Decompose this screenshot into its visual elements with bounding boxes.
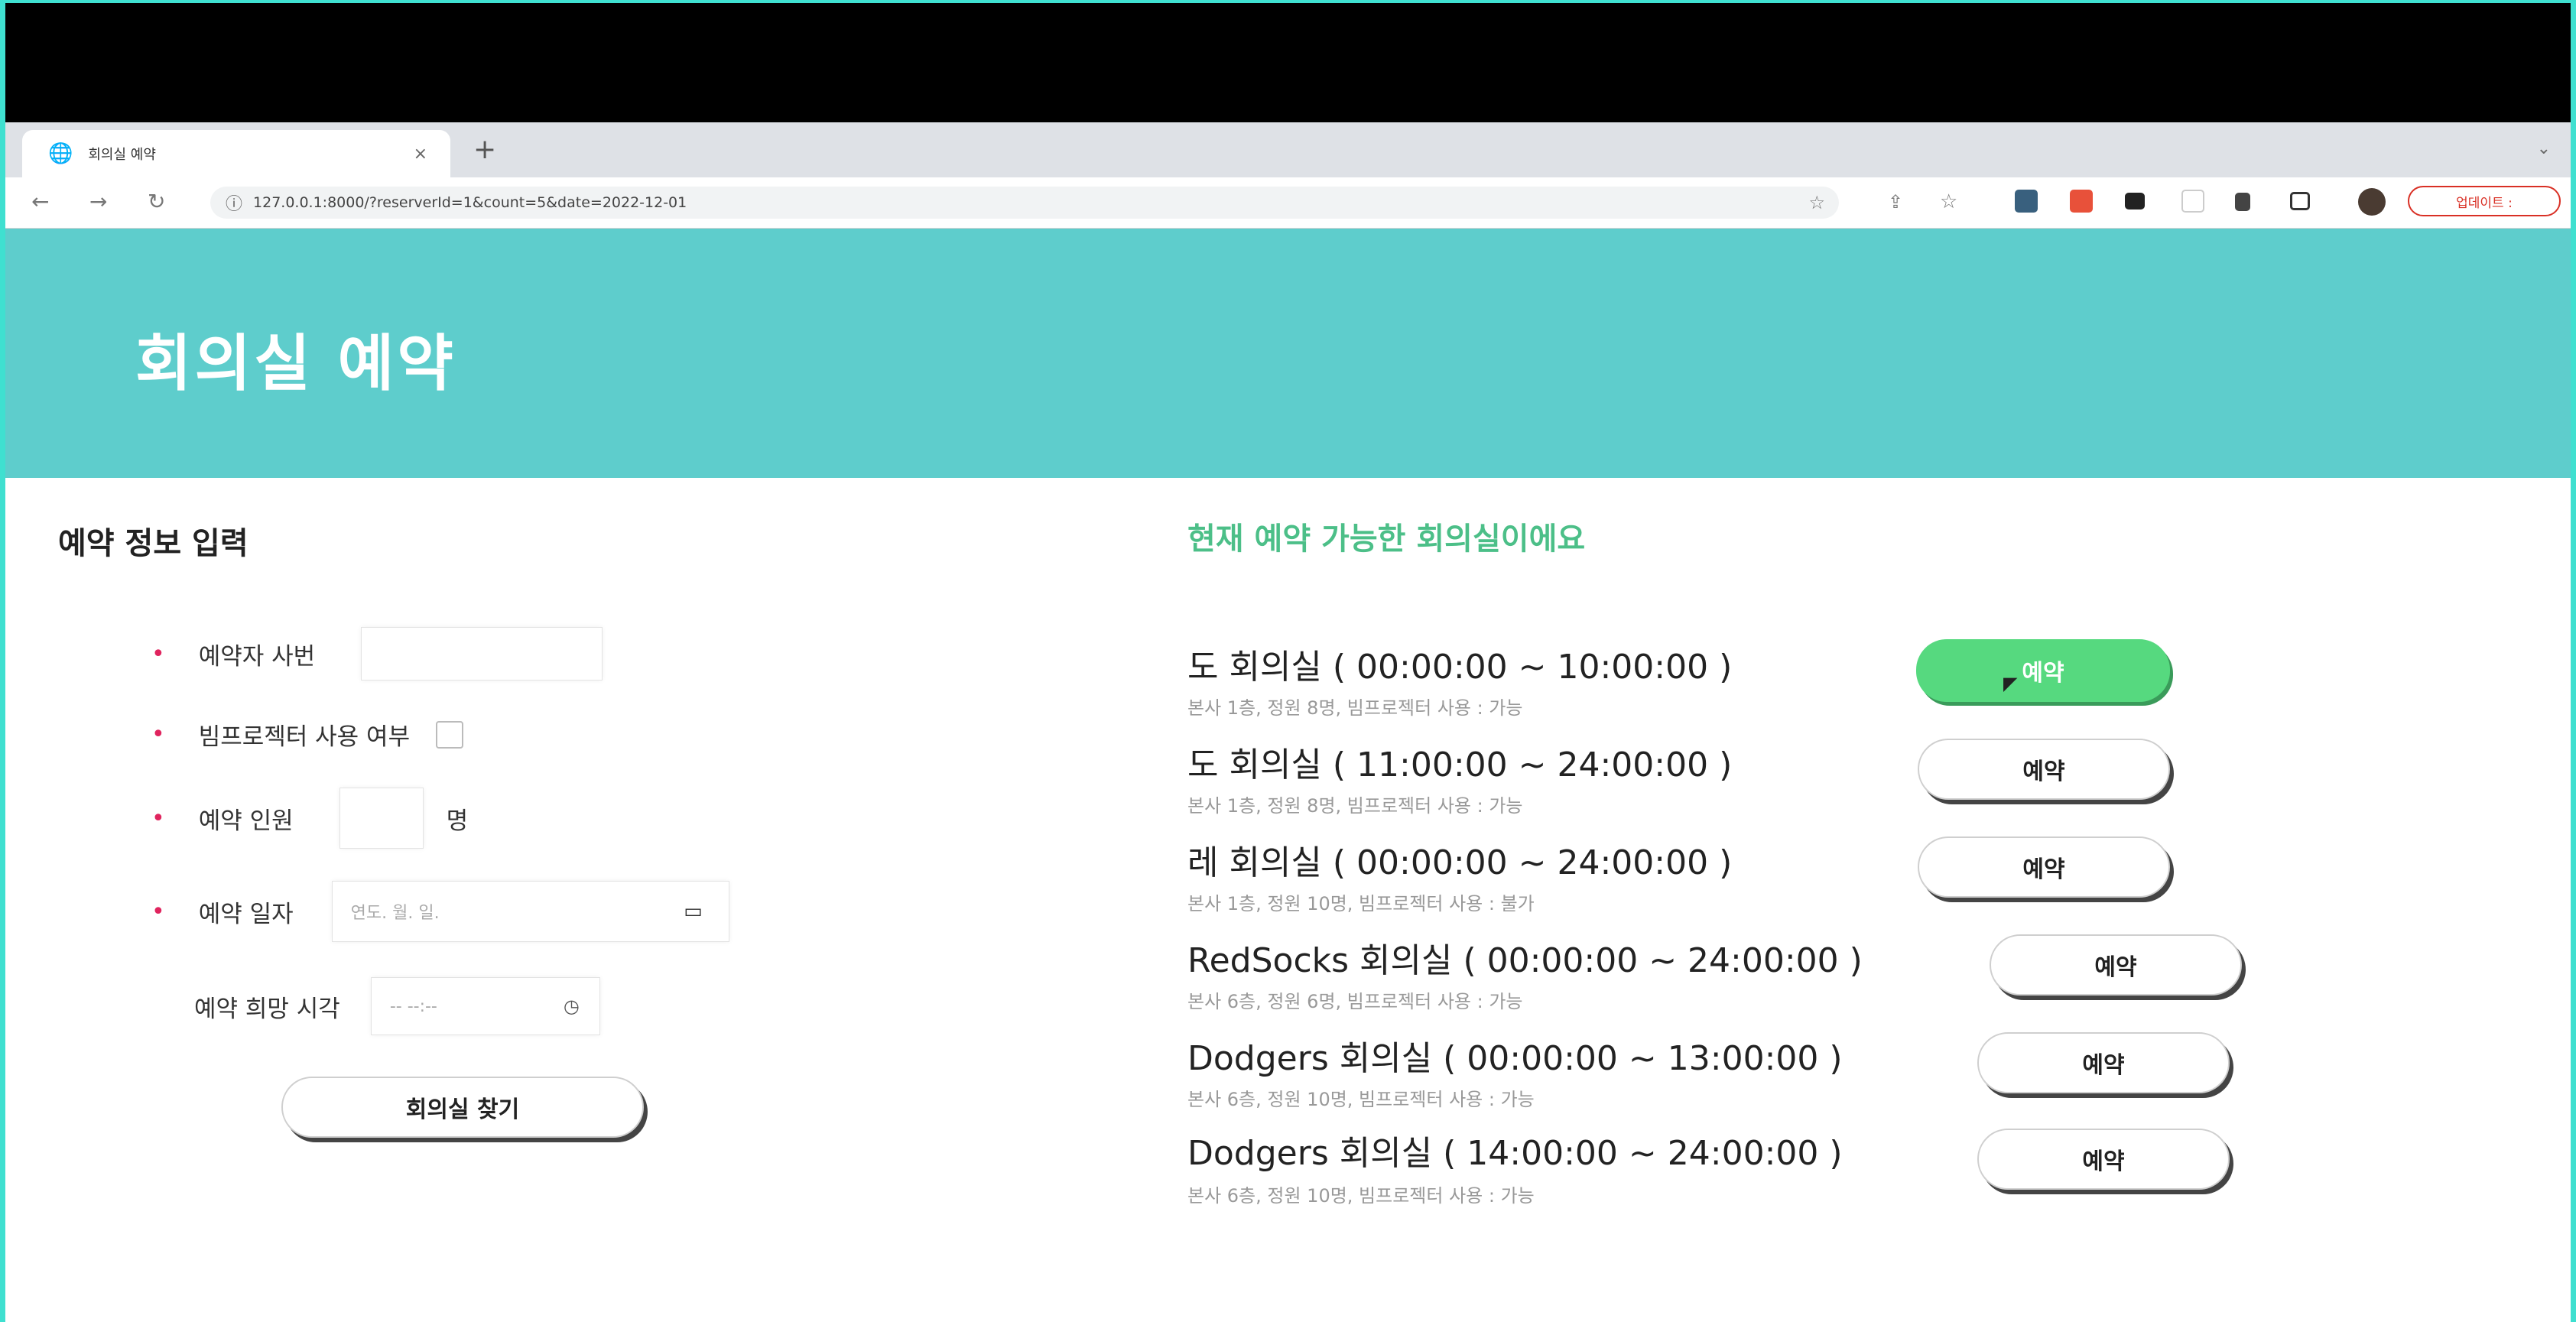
extension-icon[interactable] <box>2070 190 2093 213</box>
frame-border-right <box>2571 0 2576 1322</box>
room-name: Dodgers 회의실 ( 14:00:00 ~ 24:00:00 ) <box>1187 1134 1843 1173</box>
tab-title: 회의실 예약 <box>88 147 156 163</box>
page-header: 회의실 예약 <box>5 229 2571 478</box>
browser-tabstrip: 🌐 회의실 예약 × + ⌄ <box>5 122 2571 177</box>
time-input[interactable]: -- --:-- ◷ <box>370 977 600 1035</box>
chevron-down-icon[interactable]: ⌄ <box>2537 139 2551 158</box>
extension-icon[interactable] <box>2181 190 2204 213</box>
room-desc: 본사 6층, 정원 10명, 빔프로젝터 사용 : 가능 <box>1187 1185 1535 1207</box>
reserve-button[interactable]: 예약 <box>1918 739 2170 800</box>
share-icon[interactable]: ⇪ <box>1888 187 1903 217</box>
projector-label: 빔프로젝터 사용 여부 <box>198 723 411 751</box>
required-mark: • <box>151 721 165 748</box>
required-mark: • <box>151 898 165 925</box>
room-desc: 본사 1층, 정원 8명, 빔프로젝터 사용 : 가능 <box>1187 697 1523 719</box>
date-placeholder: 연도. 월. 일. <box>350 904 440 923</box>
calendar-icon[interactable]: ▭ <box>684 900 703 923</box>
new-tab-icon[interactable]: + <box>473 135 496 165</box>
reserve-button[interactable]: 예약 <box>1918 836 2170 898</box>
mouse-cursor-icon: ◤ <box>2003 673 2018 694</box>
room-desc: 본사 6층, 정원 10명, 빔프로젝터 사용 : 가능 <box>1187 1089 1535 1110</box>
time-placeholder: -- --:-- <box>389 996 437 1016</box>
letterbox-bar <box>5 3 2571 122</box>
employee-id-label: 예약자 사번 <box>198 642 316 671</box>
reserve-button[interactable]: 예약 <box>1990 934 2242 996</box>
browser-toolbar: ← → ↻ ⓘ 127.0.0.1:8000/?reserverId=1&cou… <box>5 177 2571 229</box>
room-name: RedSocks 회의실 ( 00:00:00 ~ 24:00:00 ) <box>1187 941 1863 980</box>
star-icon[interactable]: ☆ <box>1808 192 1825 213</box>
reload-icon[interactable]: ↻ <box>148 187 165 217</box>
room-name: Dodgers 회의실 ( 00:00:00 ~ 13:00:00 ) <box>1187 1039 1843 1078</box>
avatar[interactable] <box>2358 188 2386 216</box>
extensions-puzzle-icon[interactable] <box>2235 193 2250 211</box>
headcount-row: • 예약 인원 명 <box>151 788 468 849</box>
sidepanel-icon[interactable] <box>2290 192 2310 210</box>
date-label: 예약 일자 <box>198 900 294 928</box>
room-desc: 본사 6층, 정원 6명, 빔프로젝터 사용 : 가능 <box>1187 991 1523 1012</box>
address-bar[interactable]: ⓘ 127.0.0.1:8000/?reserverId=1&count=5&d… <box>210 187 1839 219</box>
bookmark-star-icon[interactable]: ☆ <box>1940 187 1957 217</box>
projector-checkbox[interactable] <box>436 720 464 749</box>
time-label: 예약 희망 시각 <box>194 995 340 1023</box>
frame-border-left <box>0 0 5 1322</box>
reserve-button[interactable]: 예약 <box>1977 1032 2230 1093</box>
headcount-unit: 명 <box>446 807 469 835</box>
required-mark: • <box>151 640 165 667</box>
clock-icon[interactable]: ◷ <box>564 996 580 1017</box>
extension-icon[interactable] <box>2015 190 2038 213</box>
time-row: 예약 희망 시각 -- --:-- ◷ <box>194 977 600 1035</box>
headcount-input[interactable] <box>339 788 424 849</box>
projector-row: • 빔프로젝터 사용 여부 <box>151 717 464 752</box>
available-rooms-title: 현재 예약 가능한 회의실이에요 <box>1187 521 1586 557</box>
room-desc: 본사 1층, 정원 10명, 빔프로젝터 사용 : 불가 <box>1187 893 1535 914</box>
room-name: 도 회의실 ( 11:00:00 ~ 24:00:00 ) <box>1187 745 1733 784</box>
employee-id-row: • 예약자 사번 <box>151 627 603 680</box>
info-icon: ⓘ <box>226 195 243 214</box>
room-desc: 본사 1층, 정원 8명, 빔프로젝터 사용 : 가능 <box>1187 795 1523 817</box>
headcount-label: 예약 인원 <box>198 807 294 835</box>
forward-icon[interactable]: → <box>89 187 107 217</box>
required-mark: • <box>151 804 165 832</box>
room-name: 도 회의실 ( 00:00:00 ~ 10:00:00 ) <box>1187 648 1733 687</box>
browser-tab[interactable]: 🌐 회의실 예약 × <box>22 130 450 177</box>
form-section-title: 예약 정보 입력 <box>58 526 249 561</box>
reserve-button[interactable]: 예약 <box>1916 639 2170 702</box>
url-text: 127.0.0.1:8000/?reserverId=1&count=5&dat… <box>253 194 687 211</box>
date-row: • 예약 일자 연도. 월. 일. ▭ <box>151 881 729 942</box>
back-icon[interactable]: ← <box>31 187 49 217</box>
close-icon[interactable]: × <box>414 145 427 164</box>
extension-icon[interactable] <box>2125 193 2145 210</box>
employee-id-input[interactable] <box>361 627 603 680</box>
globe-icon: 🌐 <box>48 142 73 165</box>
room-name: 레 회의실 ( 00:00:00 ~ 24:00:00 ) <box>1187 843 1733 882</box>
reserve-button[interactable]: 예약 <box>1977 1129 2230 1190</box>
find-room-button[interactable]: 회의실 찾기 <box>281 1077 644 1138</box>
page-title: 회의실 예약 <box>135 328 456 399</box>
date-input[interactable]: 연도. 월. 일. ▭ <box>331 881 729 942</box>
update-button[interactable]: 업데이트 : <box>2408 186 2561 216</box>
